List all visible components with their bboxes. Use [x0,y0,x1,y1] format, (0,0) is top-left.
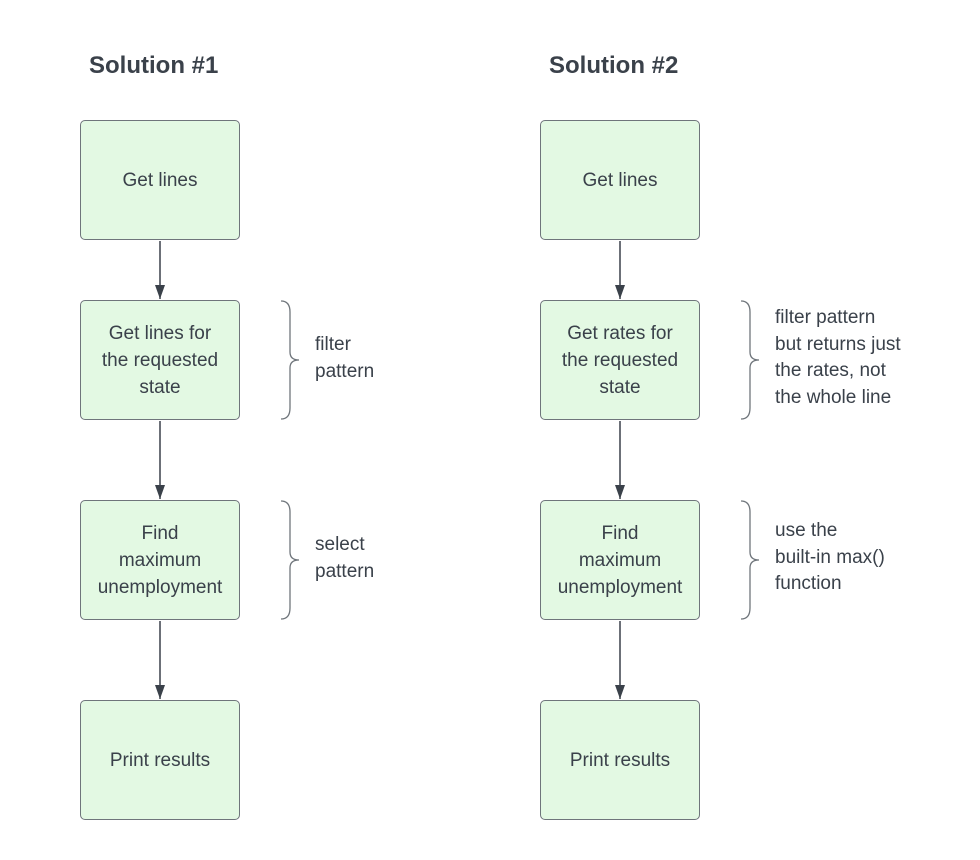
s2-note-filter-pattern: filter pattern but returns just the rate… [775,307,901,408]
s2-note-max-function: use the built-in max() function [775,520,885,594]
arrowhead-s2-1 [615,285,625,299]
step-label: Print results [109,749,211,771]
s1-step-find-max: Find maximum unemployment [80,500,240,620]
s1-step-get-lines-for-state: Get lines for the requested state [80,300,240,420]
step-label: Get lines [122,169,198,191]
solution-1-title: Solution #1 [89,52,219,79]
s2-step-find-max: Find maximum unemployment [540,500,700,620]
arrowhead-s1-3 [155,685,165,699]
step-label: Find maximum unemployment [557,522,683,598]
s2-step-get-rates-for-state: Get rates for the requested state [540,300,700,420]
brace-s2-max [740,500,760,620]
brace-s1-select [280,500,300,620]
brace-s2-filter [740,300,760,420]
arrowhead-s1-2 [155,485,165,499]
step-label: Find maximum unemployment [97,522,223,598]
brace-s1-filter [280,300,300,420]
arrowhead-s1-1 [155,285,165,299]
s1-note-filter-pattern: filter pattern [315,334,375,382]
arrowhead-s2-3 [615,685,625,699]
s1-step-get-lines: Get lines [80,120,240,240]
s2-step-get-lines: Get lines [540,120,700,240]
s2-step-print-results: Print results [540,700,700,820]
step-label: Get lines [582,169,658,191]
step-label: Get rates for the requested state [561,322,679,398]
step-label: Print results [569,749,671,771]
s1-step-print-results: Print results [80,700,240,820]
solution-2-title: Solution #2 [549,52,679,79]
step-label: Get lines for the requested state [101,322,219,398]
arrowhead-s2-2 [615,485,625,499]
s1-note-select-pattern: select pattern [315,534,375,582]
